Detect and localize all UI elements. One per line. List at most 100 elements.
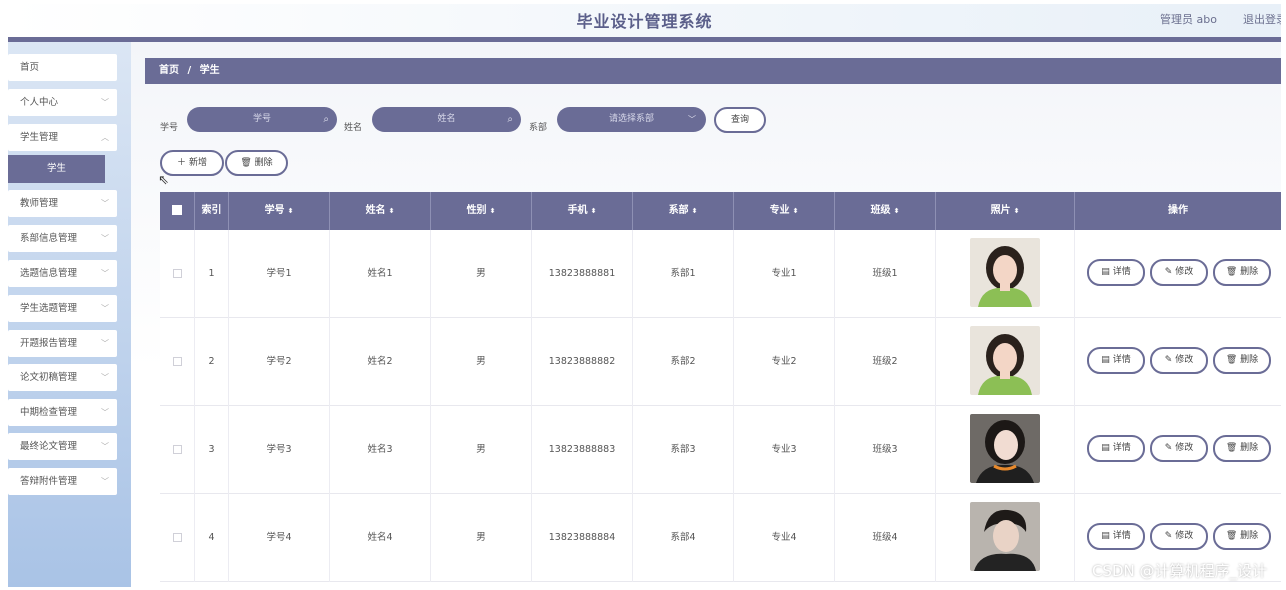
student-photo[interactable] bbox=[970, 238, 1040, 307]
column-header-label: 姓名 bbox=[365, 205, 386, 216]
student-photo[interactable] bbox=[970, 502, 1040, 571]
pencil-icon: ✎ bbox=[1164, 355, 1173, 365]
row-select-cell[interactable] bbox=[160, 318, 195, 406]
dept-cell: 系部4 bbox=[633, 494, 734, 582]
sidebar-item-proposals[interactable]: 开题报告管理 ﹀ bbox=[8, 330, 117, 357]
student-photo[interactable] bbox=[970, 326, 1040, 395]
delete-label: 删除 bbox=[1240, 355, 1259, 365]
select-all-cell[interactable] bbox=[160, 192, 195, 230]
gender-cell: 男 bbox=[431, 230, 532, 318]
detail-button[interactable]: ▤ 详情 bbox=[1087, 435, 1145, 462]
sidebar-item-topics[interactable]: 选题信息管理 ﹀ bbox=[8, 260, 117, 287]
select-all-checkbox[interactable] bbox=[172, 205, 182, 215]
column-header-major[interactable]: 专业 ⬍ bbox=[734, 192, 835, 230]
chevron-down-icon: ﹀ bbox=[101, 477, 109, 486]
gender-cell: 男 bbox=[431, 494, 532, 582]
breadcrumb-home[interactable]: 首页 bbox=[159, 65, 179, 76]
sidebar-item-label: 教师管理 bbox=[20, 198, 59, 209]
sidebar-item-label: 个人中心 bbox=[20, 97, 59, 108]
sidebar-item-label: 系部信息管理 bbox=[20, 233, 78, 244]
breadcrumb: 首页 / 学生 bbox=[145, 58, 1281, 84]
column-header-phone[interactable]: 手机 ⬍ bbox=[532, 192, 633, 230]
edit-button[interactable]: ✎ 修改 bbox=[1150, 347, 1208, 374]
gender-cell: 男 bbox=[431, 318, 532, 406]
edit-button[interactable]: ✎ 修改 bbox=[1150, 435, 1208, 462]
column-header-actions: 操作 bbox=[1075, 192, 1281, 230]
chevron-down-icon: ﹀ bbox=[101, 339, 109, 348]
sidebar-item-home[interactable]: 首页 bbox=[8, 54, 117, 81]
sidebar-item-profile[interactable]: 个人中心 ﹀ bbox=[8, 89, 117, 116]
row-select-cell[interactable] bbox=[160, 494, 195, 582]
sidebar-item-topic-selection[interactable]: 学生选题管理 ﹀ bbox=[8, 295, 117, 322]
detail-button[interactable]: ▤ 详情 bbox=[1087, 523, 1145, 550]
photo-cell bbox=[936, 230, 1075, 318]
actions-cell: ▤ 详情 ✎ 修改 🗑 删除 bbox=[1075, 230, 1281, 318]
dept-select[interactable]: 请选择系部 ﹀ bbox=[557, 107, 706, 132]
edit-label: 修改 bbox=[1175, 355, 1194, 365]
name-cell: 姓名3 bbox=[330, 406, 431, 494]
detail-button[interactable]: ▤ 详情 bbox=[1087, 347, 1145, 374]
trash-icon: 🗑 bbox=[1225, 355, 1238, 365]
sidebar-item-final-paper[interactable]: 最终论文管理 ﹀ bbox=[8, 433, 117, 460]
row-checkbox[interactable] bbox=[172, 269, 182, 278]
student-no-input[interactable]: 学号 ⌕ bbox=[187, 107, 337, 132]
batch-delete-label: 删除 bbox=[254, 158, 273, 168]
detail-button[interactable]: ▤ 详情 bbox=[1087, 259, 1145, 286]
pencil-icon: ✎ bbox=[1164, 443, 1173, 453]
sidebar-item-midterm[interactable]: 中期检查管理 ﹀ bbox=[8, 399, 117, 426]
trash-icon: 🗑 bbox=[240, 158, 252, 168]
column-header-name[interactable]: 姓名 ⬍ bbox=[330, 192, 431, 230]
sidebar-item-label: 答辩附件管理 bbox=[20, 476, 78, 487]
sidebar-subitem-student[interactable]: 学生 bbox=[8, 155, 105, 183]
row-checkbox[interactable] bbox=[172, 357, 182, 366]
sidebar-item-defense[interactable]: 答辩附件管理 ﹀ bbox=[8, 468, 117, 495]
delete-button[interactable]: 🗑 删除 bbox=[1213, 347, 1271, 374]
sidebar-item-teachers[interactable]: 教师管理 ﹀ bbox=[8, 190, 117, 217]
document-icon: ▤ bbox=[1101, 355, 1110, 365]
pencil-icon: ✎ bbox=[1164, 531, 1173, 541]
sidebar-item-label: 开题报告管理 bbox=[20, 338, 78, 349]
column-header-dept[interactable]: 系部 ⬍ bbox=[633, 192, 734, 230]
column-header-gender[interactable]: 性别 ⬍ bbox=[431, 192, 532, 230]
column-header-label: 专业 bbox=[769, 205, 790, 216]
delete-button[interactable]: 🗑 删除 bbox=[1213, 259, 1271, 286]
edit-button[interactable]: ✎ 修改 bbox=[1150, 259, 1208, 286]
document-icon: ▤ bbox=[1101, 443, 1110, 453]
sidebar-item-drafts[interactable]: 论文初稿管理 ﹀ bbox=[8, 364, 117, 391]
name-placeholder: 姓名 bbox=[437, 114, 456, 124]
actions-cell: ▤ 详情 ✎ 修改 🗑 删除 bbox=[1075, 318, 1281, 406]
sidebar-item-departments[interactable]: 系部信息管理 ﹀ bbox=[8, 225, 117, 252]
major-cell: 专业3 bbox=[734, 406, 835, 494]
class-cell: 班级2 bbox=[835, 318, 936, 406]
add-button[interactable]: ＋ 新增 bbox=[160, 150, 224, 176]
phone-cell: 13823888882 bbox=[532, 318, 633, 406]
search-icon: ⌕ bbox=[507, 114, 513, 125]
row-checkbox[interactable] bbox=[172, 445, 182, 454]
query-button[interactable]: 查询 bbox=[714, 107, 766, 133]
chevron-down-icon: ﹀ bbox=[101, 373, 109, 382]
column-header-photo[interactable]: 照片 ⬍ bbox=[936, 192, 1075, 230]
student-no-cell: 学号1 bbox=[229, 230, 330, 318]
edit-button[interactable]: ✎ 修改 bbox=[1150, 523, 1208, 550]
row-select-cell[interactable] bbox=[160, 230, 195, 318]
column-header-class[interactable]: 班级 ⬍ bbox=[835, 192, 936, 230]
delete-button[interactable]: 🗑 删除 bbox=[1213, 435, 1271, 462]
detail-label: 详情 bbox=[1112, 355, 1131, 365]
delete-button[interactable]: 🗑 删除 bbox=[1213, 523, 1271, 550]
photo-cell bbox=[936, 406, 1075, 494]
column-header-student-no[interactable]: 学号 ⬍ bbox=[229, 192, 330, 230]
name-input[interactable]: 姓名 ⌕ bbox=[372, 107, 521, 132]
logout-link[interactable]: 退出登录 bbox=[1243, 11, 1281, 27]
add-button-label: 新增 bbox=[188, 158, 207, 168]
sort-icon: ⬍ bbox=[1013, 207, 1020, 215]
batch-delete-button[interactable]: 🗑 删除 bbox=[225, 150, 288, 176]
column-header-label: 手机 bbox=[567, 205, 588, 216]
row-checkbox[interactable] bbox=[172, 533, 182, 542]
chevron-up-icon: ︿ bbox=[101, 133, 109, 142]
row-select-cell[interactable] bbox=[160, 406, 195, 494]
sort-icon: ⬍ bbox=[489, 207, 496, 215]
student-no-cell: 学号2 bbox=[229, 318, 330, 406]
student-photo[interactable] bbox=[970, 414, 1040, 483]
search-icon: ⌕ bbox=[323, 114, 329, 125]
sidebar-item-students[interactable]: 学生管理 ︿ bbox=[8, 124, 117, 151]
